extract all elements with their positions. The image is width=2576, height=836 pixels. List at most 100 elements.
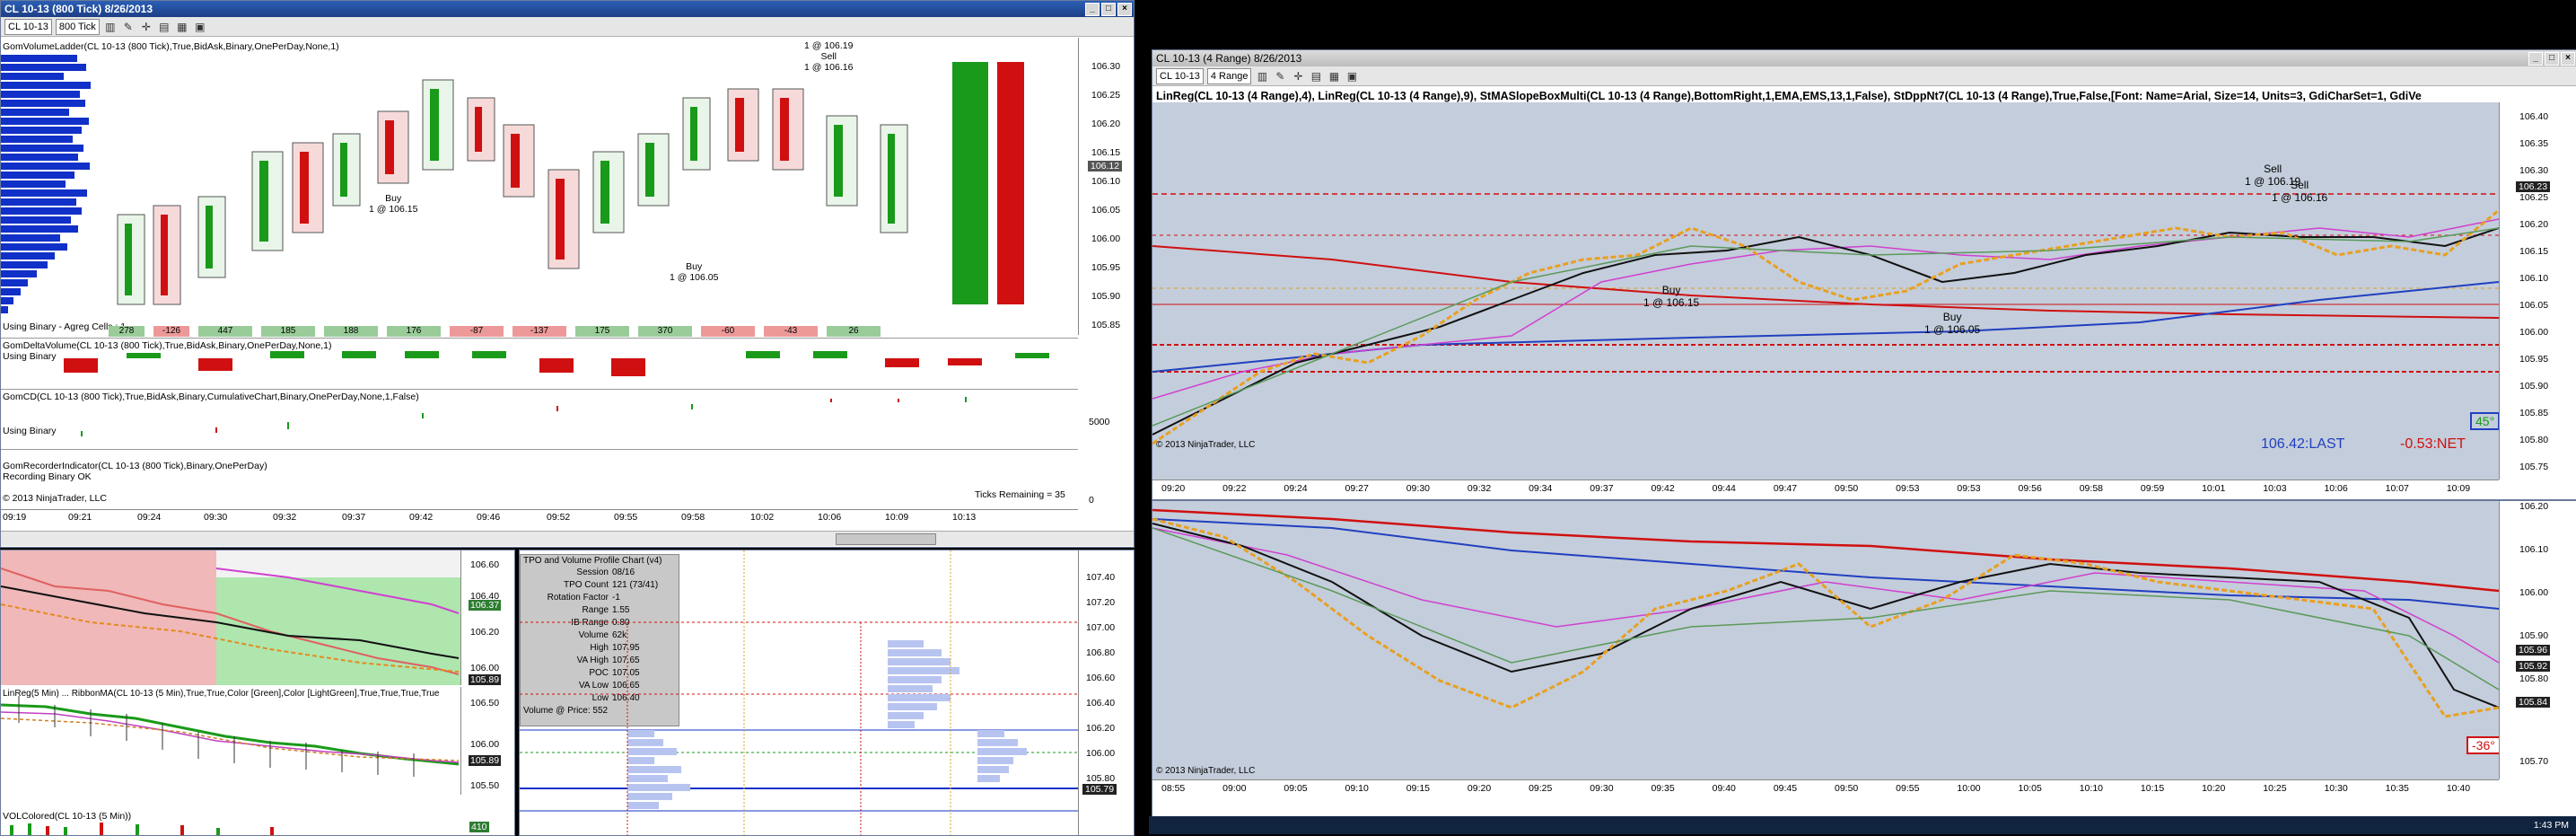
time-tick: 10:40 (2446, 783, 2471, 794)
price-tick: 107.00 (1086, 622, 1116, 633)
time-tick: 09:32 (1467, 483, 1492, 494)
left-horizontal-scrollbar[interactable] (1, 531, 1134, 546)
time-tick: 09:55 (614, 512, 638, 523)
indicators-icon[interactable]: ▤ (157, 20, 171, 34)
time-tick: 09:21 (68, 512, 92, 523)
price-tick: 106.35 (2519, 138, 2549, 149)
time-tick: 09:22 (1222, 483, 1247, 494)
left-toolbar: CL 10-13 800 Tick ▥ ✎ ✛ ▤ ▦ ▣ (1, 17, 1134, 37)
properties-icon[interactable]: ▣ (193, 20, 207, 34)
time-tick: 09:50 (1835, 483, 1859, 494)
price-tick: 105.95 (2519, 354, 2549, 365)
delta-value: 447 (198, 326, 252, 337)
recorder-sub: Recording Binary OK (3, 471, 92, 482)
strategy-icon[interactable]: ▦ (1327, 69, 1341, 84)
time-tick: 09:27 (1345, 483, 1369, 494)
delta-bars (64, 351, 1049, 376)
delta-value: -60 (701, 326, 755, 337)
cumulative-delta-panel[interactable]: GomCD(CL 10-13 (800 Tick),True,BidAsk,Bi… (1, 389, 1109, 448)
current-price-badge: 105.89 (469, 755, 502, 766)
price-tick: 106.00 (470, 739, 500, 750)
volume-bars (10, 823, 274, 835)
properties-icon[interactable]: ▣ (1345, 69, 1359, 84)
price-tick: 105.90 (1091, 291, 1121, 302)
time-tick: 10:15 (2140, 783, 2165, 794)
minimize-icon[interactable]: _ (2528, 52, 2543, 66)
strategy-icon[interactable]: ▦ (175, 20, 189, 34)
indicators-icon[interactable]: ▤ (1309, 69, 1323, 84)
delta-value: 176 (387, 326, 441, 337)
price-tick: 106.00 (1086, 748, 1116, 759)
maximize-icon[interactable]: □ (1101, 3, 1116, 16)
tpo-price-axis: 107.40 107.20 107.00 106.80 106.60 106.4… (1078, 550, 1133, 835)
sell-marker-label-2: Sell 1 @ 106.16 (2272, 179, 2328, 204)
price-tick: 106.60 (470, 559, 500, 570)
delta-volume-panel[interactable]: GomDeltaVolume(CL 10-13 (800 Tick),True,… (1, 338, 1078, 388)
copyright-text: © 2013 NinjaTrader, LLC (3, 493, 107, 504)
right-bottom-price-panel[interactable] (1152, 501, 2499, 779)
last-price-label: 106.42:LAST (2261, 436, 2345, 452)
delta-values-row: 278 -126 447 185 188 176 -87 -137 175 37… (109, 326, 1078, 337)
price-tick: 106.00 (2519, 587, 2549, 598)
price-tick: 106.80 (1086, 647, 1116, 658)
price-tick: 106.40 (2519, 111, 2549, 122)
right-toolbar: CL 10-13 4 Range ▥ ✎ ✛ ▤ ▦ ▣ (1152, 66, 2576, 86)
draw-tool-icon[interactable]: ✎ (121, 20, 136, 34)
time-tick: 10:25 (2263, 783, 2287, 794)
crosshair-icon[interactable]: ✛ (1291, 69, 1305, 84)
cd-axis-value: 5000 (1089, 417, 1110, 427)
time-tick: 09:00 (1222, 783, 1247, 794)
volume-value-badge: 410 (469, 822, 489, 832)
current-price-badge: 105.96 (2516, 645, 2551, 656)
price-tick: 105.80 (1086, 773, 1116, 784)
tpo-profile-chart[interactable] (520, 550, 1078, 835)
current-price-badge: 105.92 (2516, 661, 2551, 672)
price-tick: 106.00 (1091, 233, 1121, 244)
price-tick: 106.05 (1091, 205, 1121, 216)
delta-value: 278 (109, 326, 145, 337)
interval-select[interactable]: 4 Range (1206, 67, 1252, 84)
time-tick: 09:46 (477, 512, 501, 523)
instrument-select[interactable]: CL 10-13 (4, 18, 52, 35)
delta-value: 26 (827, 326, 881, 337)
bar-type-icon[interactable]: ▥ (103, 20, 118, 34)
price-tick: 106.15 (2519, 246, 2549, 257)
price-tick: 106.20 (1091, 119, 1121, 129)
price-tick: 105.95 (1091, 262, 1121, 273)
mini-chart-1[interactable] (1, 550, 460, 685)
price-tick: 105.70 (2519, 756, 2549, 767)
right-window-title: CL 10-13 (4 Range) 8/26/2013 (1152, 50, 2576, 66)
mini-chart-window: 106.60 106.40 106.20 106.00 106.37 105.8… (0, 550, 515, 836)
draw-tool-icon[interactable]: ✎ (1273, 69, 1287, 84)
delta-value: 370 (638, 326, 692, 337)
price-tick: 106.15 (1091, 147, 1121, 158)
instrument-select[interactable]: CL 10-13 (1156, 67, 1204, 84)
price-tick: 106.10 (2519, 544, 2549, 555)
current-price-badge: 105.79 (1082, 784, 1117, 795)
time-tick: 10:05 (2018, 783, 2042, 794)
right-indicator-label: LinReg(CL 10-13 (4 Range),4), LinReg(CL … (1156, 90, 2422, 102)
price-tick: 106.10 (1091, 176, 1121, 187)
bar-type-icon[interactable]: ▥ (1255, 69, 1269, 84)
time-tick: 10:35 (2385, 783, 2409, 794)
left-chart-window: CL 10-13 (800 Tick) 8/26/2013 _ □ × CL 10-… (0, 0, 1135, 548)
delta-value: 185 (261, 326, 315, 337)
maximize-icon[interactable]: □ (2545, 52, 2559, 66)
time-tick: 09:53 (1896, 483, 1920, 494)
time-tick: 09:55 (1896, 783, 1920, 794)
close-icon[interactable]: × (2561, 52, 2575, 66)
right-price-panel[interactable] (1152, 102, 2499, 480)
time-tick: 09:30 (1406, 483, 1430, 494)
price-tick: 105.75 (2519, 462, 2549, 472)
close-icon[interactable]: × (1117, 3, 1132, 16)
delta-value: -126 (153, 326, 189, 337)
interval-select[interactable]: 800 Tick (55, 18, 100, 35)
price-tick: 105.80 (2519, 435, 2549, 445)
price-tick: 106.00 (2519, 327, 2549, 338)
mini-chart-2[interactable] (1, 687, 460, 795)
scroll-thumb[interactable] (836, 533, 936, 545)
minimize-icon[interactable]: _ (1085, 3, 1100, 16)
time-tick: 09:25 (1529, 783, 1553, 794)
crosshair-icon[interactable]: ✛ (139, 20, 153, 34)
time-tick: 10:02 (750, 512, 775, 523)
